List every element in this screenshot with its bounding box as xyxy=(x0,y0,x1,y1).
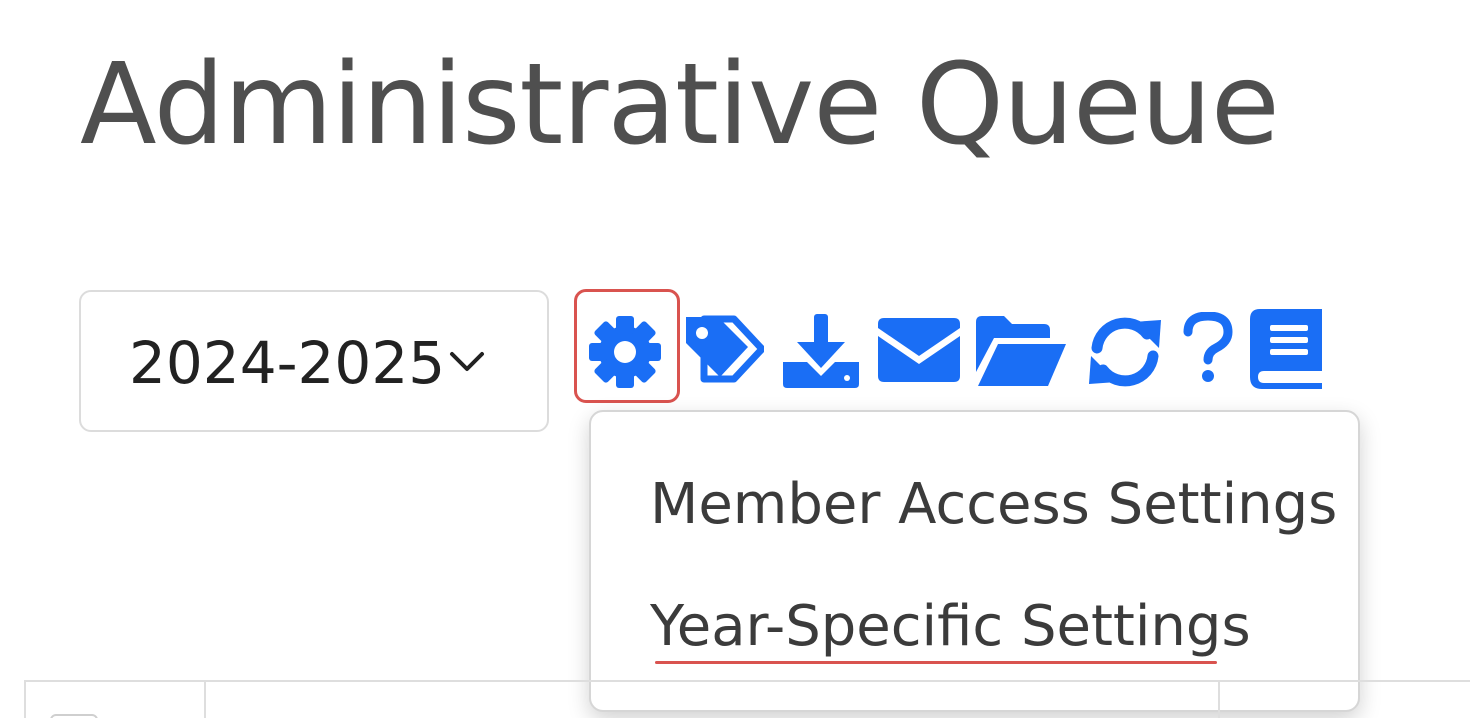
table-column-divider xyxy=(1218,682,1220,718)
tags-icon[interactable] xyxy=(684,313,764,385)
queue-table-header xyxy=(24,680,1470,718)
question-icon[interactable] xyxy=(1180,312,1236,384)
envelope-icon[interactable] xyxy=(878,318,960,382)
page: Administrative Queue 2024-2025 Member Ac… xyxy=(0,0,1470,718)
table-column-divider xyxy=(204,682,206,718)
book-icon[interactable] xyxy=(1250,309,1322,389)
gear-icon[interactable] xyxy=(585,312,665,392)
select-all-checkbox[interactable] xyxy=(50,714,98,718)
download-icon[interactable] xyxy=(781,312,861,388)
page-title: Administrative Queue xyxy=(80,40,1280,170)
year-select[interactable]: 2024-2025 xyxy=(79,290,549,432)
folder-open-icon[interactable] xyxy=(976,316,1068,386)
year-select-value: 2024-2025 xyxy=(129,329,446,397)
chevron-down-icon xyxy=(449,348,485,376)
menu-item-member-access-settings[interactable]: Member Access Settings xyxy=(650,470,1337,540)
refresh-icon[interactable] xyxy=(1087,316,1163,388)
settings-dropdown-menu xyxy=(589,410,1360,712)
menu-item-year-specific-settings[interactable]: Year-Specific Settings xyxy=(650,592,1251,662)
